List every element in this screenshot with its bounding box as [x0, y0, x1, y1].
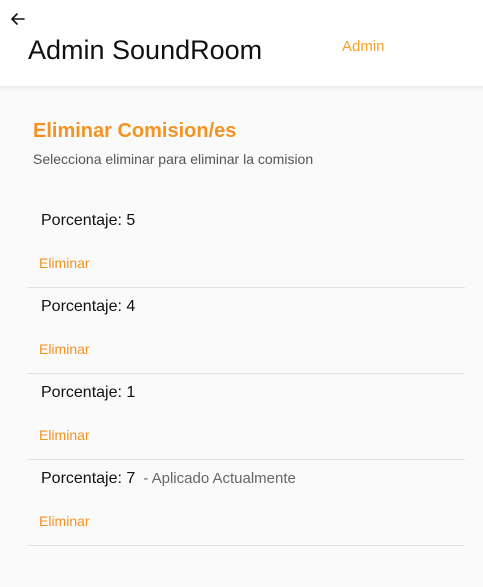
list-item: Porcentaje: 1 Eliminar	[27, 374, 465, 460]
commission-label: Porcentaje: 4	[41, 296, 143, 318]
main-content: Eliminar Comision/es Selecciona eliminar…	[0, 94, 483, 587]
page-title: Admin SoundRoom	[28, 35, 263, 65]
user-role-label: Admin	[342, 38, 385, 55]
section-subtitle: Selecciona eliminar para eliminar la com…	[33, 151, 314, 167]
section-title: Eliminar Comision/es	[33, 120, 237, 142]
commission-percentage: Porcentaje: 5	[41, 212, 136, 229]
delete-commission-link[interactable]: Eliminar	[39, 425, 90, 445]
commission-list: Porcentaje: 5 Eliminar Porcentaje: 4 Eli…	[27, 202, 465, 546]
list-item: Porcentaje: 5 Eliminar	[27, 202, 465, 288]
commission-label: Porcentaje: 5	[41, 210, 143, 232]
list-item: Porcentaje: 4 Eliminar	[27, 288, 465, 374]
header-divider	[0, 86, 483, 94]
commission-percentage: Porcentaje: 7	[41, 470, 136, 487]
delete-commission-link[interactable]: Eliminar	[39, 339, 90, 359]
delete-commission-link[interactable]: Eliminar	[39, 511, 90, 531]
commission-percentage: Porcentaje: 1	[41, 384, 136, 401]
commission-percentage: Porcentaje: 4	[41, 298, 136, 315]
delete-commission-link[interactable]: Eliminar	[39, 253, 90, 273]
list-item: Porcentaje: 7 - Aplicado Actualmente Elim…	[27, 460, 465, 546]
commission-note: - Aplicado Actualmente	[143, 470, 296, 487]
commission-label: Porcentaje: 1	[41, 382, 143, 404]
commission-label: Porcentaje: 7 - Aplicado Actualmente	[41, 468, 296, 490]
app-header: Admin SoundRoom Admin	[0, 0, 483, 88]
arrow-left-icon[interactable]	[10, 12, 26, 26]
